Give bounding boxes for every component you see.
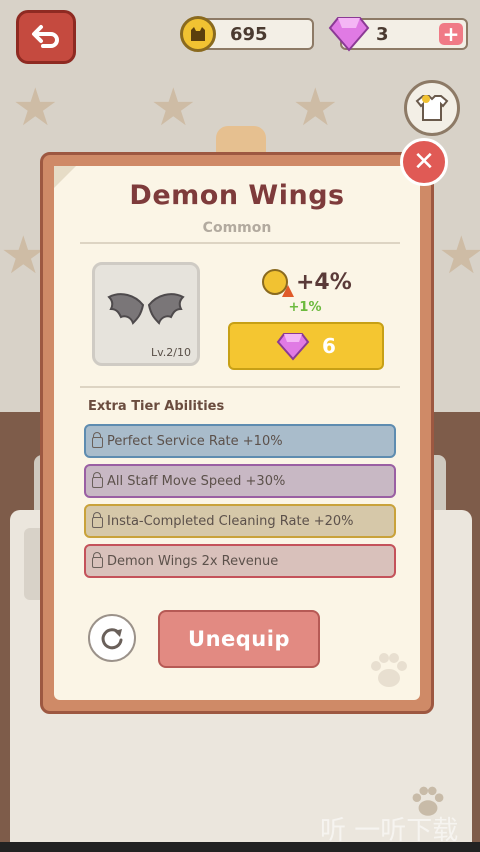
ability-text: Insta-Completed Cleaning Rate +20% (107, 513, 354, 529)
back-button[interactable] (16, 10, 76, 64)
paw-icon (371, 653, 407, 687)
bonus-value: +4% (296, 269, 352, 295)
close-button[interactable]: ✕ (400, 138, 448, 186)
ability-text: Demon Wings 2x Revenue (107, 553, 279, 569)
system-nav-bar (0, 842, 480, 852)
outfit-shop-icon (415, 95, 449, 121)
coin-amount: 695 (230, 23, 268, 45)
ability-row: Insta-Completed Cleaning Rate +20% (84, 504, 396, 538)
bonus-row: +4% (262, 266, 352, 298)
cat-coin-icon (180, 16, 216, 52)
pink-gem-icon (276, 333, 310, 361)
unequip-button[interactable]: Unequip (158, 610, 320, 668)
ability-row: All Staff Move Speed +30% (84, 464, 396, 498)
item-title: Demon Wings (129, 180, 345, 211)
next-level-bonus: +1% (288, 300, 322, 315)
upgrade-button[interactable]: 6 (228, 322, 384, 370)
refresh-icon (101, 628, 123, 650)
item-rarity: Common (202, 220, 272, 236)
outfit-shop-button[interactable] (404, 80, 460, 136)
ability-text: Perfect Service Rate +10% (107, 433, 283, 449)
item-level: Lv.2/10 (151, 346, 191, 359)
reset-button[interactable] (88, 614, 136, 662)
ability-row: Perfect Service Rate +10% (84, 424, 396, 458)
add-gems-button[interactable]: + (439, 22, 463, 46)
coin-boost-icon (262, 269, 294, 297)
upgrade-cost: 6 (322, 334, 336, 358)
divider (80, 242, 400, 244)
background-star: ★ (150, 78, 197, 138)
item-preview: Lv.2/10 (92, 262, 200, 366)
lock-icon (92, 431, 103, 448)
back-arrow-icon (32, 25, 59, 48)
divider (80, 386, 400, 388)
section-title: Extra Tier Abilities (88, 399, 225, 414)
ability-row: Demon Wings 2x Revenue (84, 544, 396, 578)
ability-text: All Staff Move Speed +30% (107, 473, 286, 489)
lock-icon (92, 511, 103, 528)
pink-gem-icon (328, 17, 370, 52)
lock-icon (92, 471, 103, 488)
lock-icon (92, 551, 103, 568)
background-star: ★ (438, 226, 480, 286)
gem-amount: 3 (376, 23, 389, 45)
background-star: ★ (12, 78, 59, 138)
background-star: ★ (292, 78, 339, 138)
